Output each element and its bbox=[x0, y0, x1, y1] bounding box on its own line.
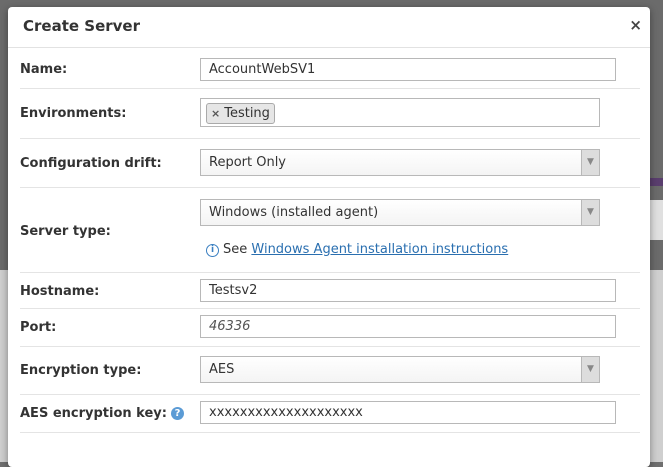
encryption-type-label: Encryption type: bbox=[20, 363, 142, 378]
hostname-row: Hostname: Testsv2 bbox=[20, 273, 640, 309]
backdrop-panel-fragment bbox=[650, 270, 663, 462]
encryption-type-row: Encryption type: AES ▼ bbox=[20, 347, 640, 395]
backdrop-panel-fragment bbox=[0, 270, 8, 462]
name-field[interactable]: AccountWebSV1 bbox=[200, 58, 616, 81]
dialog-title: Create Server bbox=[23, 17, 140, 35]
environments-tag-input[interactable]: × Testing bbox=[200, 98, 600, 127]
configuration-drift-row: Configuration drift: Report Only ▼ bbox=[20, 139, 640, 188]
help-prefix: See bbox=[223, 242, 248, 257]
port-label: Port: bbox=[20, 320, 57, 335]
server-type-row: Server type: Windows (installed agent) ▼… bbox=[20, 188, 640, 273]
environment-tag-label: Testing bbox=[224, 105, 270, 121]
tag-remove-icon[interactable]: × bbox=[211, 105, 220, 123]
name-row: Name: AccountWebSV1 bbox=[20, 49, 640, 89]
hostname-field[interactable]: Testsv2 bbox=[200, 279, 616, 302]
server-type-help: i See Windows Agent installation instruct… bbox=[206, 242, 508, 257]
configuration-drift-value: Report Only bbox=[209, 155, 287, 170]
name-label: Name: bbox=[20, 62, 68, 77]
dialog-header: Create Server × bbox=[8, 7, 650, 48]
backdrop-nav-fragment bbox=[650, 178, 663, 186]
environments-row: Environments: × Testing bbox=[20, 89, 640, 139]
aes-key-label-wrap: AES encryption key:? bbox=[20, 406, 184, 421]
chevron-down-icon: ▼ bbox=[581, 150, 599, 175]
configuration-drift-select[interactable]: Report Only ▼ bbox=[200, 149, 600, 176]
server-type-label: Server type: bbox=[20, 224, 111, 239]
question-icon[interactable]: ? bbox=[170, 407, 184, 420]
environment-tag: × Testing bbox=[206, 103, 275, 124]
aes-key-row: AES encryption key:? xxxxxxxxxxxxxxxxxxx… bbox=[20, 395, 640, 433]
chevron-down-icon: ▼ bbox=[581, 357, 599, 382]
server-type-select[interactable]: Windows (installed agent) ▼ bbox=[200, 199, 600, 226]
aes-key-label: AES encryption key: bbox=[20, 406, 167, 421]
port-row: Port: 46336 bbox=[20, 309, 640, 347]
close-button[interactable]: × bbox=[629, 17, 642, 33]
info-icon: i bbox=[206, 244, 219, 257]
backdrop-panel-fragment bbox=[650, 200, 663, 240]
chevron-down-icon: ▼ bbox=[581, 200, 599, 225]
create-server-dialog: Create Server × Name: AccountWebSV1 Envi… bbox=[8, 7, 650, 467]
encryption-type-value: AES bbox=[209, 362, 235, 377]
port-field[interactable]: 46336 bbox=[200, 315, 616, 338]
environments-label: Environments: bbox=[20, 106, 127, 121]
hostname-label: Hostname: bbox=[20, 284, 100, 299]
aes-key-field[interactable]: xxxxxxxxxxxxxxxxxxxx bbox=[200, 401, 616, 424]
server-type-value: Windows (installed agent) bbox=[209, 205, 379, 220]
configuration-drift-label: Configuration drift: bbox=[20, 156, 162, 171]
encryption-type-select[interactable]: AES ▼ bbox=[200, 356, 600, 383]
windows-agent-instructions-link[interactable]: Windows Agent installation instructions bbox=[251, 242, 508, 257]
